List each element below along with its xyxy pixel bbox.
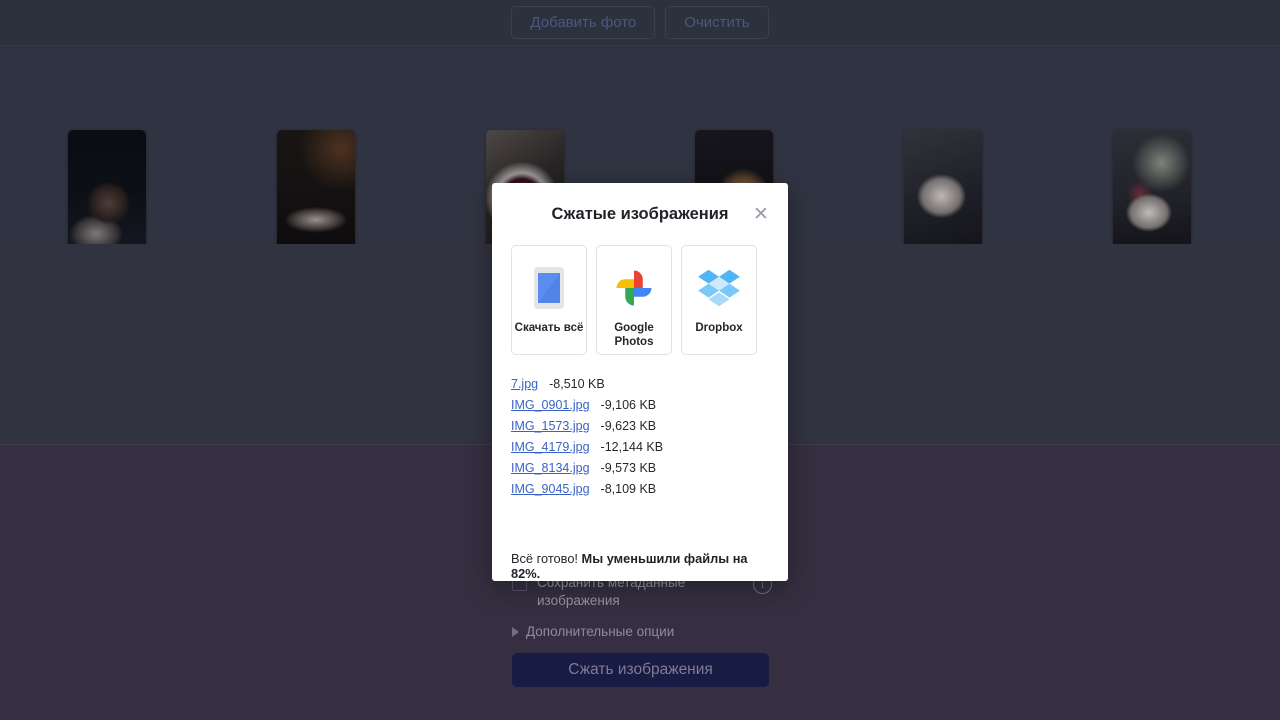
- file-row: IMG_4179.jpg -12,144 KB: [511, 440, 769, 454]
- google-photos-card[interactable]: Google Photos: [596, 245, 672, 355]
- file-saved-size: -9,623 KB: [600, 419, 657, 433]
- dialog-title: Сжатые изображения: [551, 204, 729, 223]
- file-link[interactable]: IMG_0901.jpg: [511, 398, 590, 412]
- file-row: IMG_8134.jpg -9,573 KB: [511, 461, 769, 475]
- dialog-header: Сжатые изображения ✕: [492, 183, 788, 245]
- file-row: IMG_0901.jpg -9,106 KB: [511, 398, 769, 412]
- file-saved-size: -8,109 KB: [600, 482, 657, 496]
- file-saved-size: -12,144 KB: [600, 440, 664, 454]
- compressed-images-dialog: Сжатые изображения ✕ Скачать всё Google …: [492, 183, 788, 581]
- device-download-icon: [534, 265, 564, 311]
- file-link[interactable]: IMG_4179.jpg: [511, 440, 590, 454]
- summary-prefix: Всё готово!: [511, 551, 582, 566]
- download-all-label: Скачать всё: [514, 322, 584, 334]
- app-root: Добавить фото Очистить Сохранить метадан…: [0, 0, 1280, 720]
- destination-cards: Скачать всё Google Photos Dropbox: [492, 245, 788, 355]
- summary-text: Всё готово! Мы уменьшили файлы на 82%.: [492, 538, 788, 581]
- google-photos-label: Google Photos: [614, 322, 654, 349]
- file-saved-size: -8,510 KB: [549, 377, 605, 391]
- file-row: 7.jpg -8,510 KB: [511, 377, 769, 391]
- file-link[interactable]: 7.jpg: [511, 377, 538, 391]
- close-icon[interactable]: ✕: [748, 201, 774, 227]
- download-all-card[interactable]: Скачать всё: [511, 245, 587, 355]
- file-saved-size: -9,573 KB: [600, 461, 657, 475]
- file-row: IMG_1573.jpg -9,623 KB: [511, 419, 769, 433]
- file-link[interactable]: IMG_9045.jpg: [511, 482, 590, 496]
- compressed-file-list: 7.jpg -8,510 KB IMG_0901.jpg -9,106 KB I…: [492, 355, 788, 538]
- file-link[interactable]: IMG_8134.jpg: [511, 461, 590, 475]
- dropbox-label: Dropbox: [695, 322, 743, 334]
- dropbox-icon: [698, 265, 740, 311]
- google-photos-icon: [613, 265, 655, 311]
- file-link[interactable]: IMG_1573.jpg: [511, 419, 590, 433]
- dropbox-card[interactable]: Dropbox: [681, 245, 757, 355]
- file-saved-size: -9,106 KB: [600, 398, 657, 412]
- file-row: IMG_9045.jpg -8,109 KB: [511, 482, 769, 496]
